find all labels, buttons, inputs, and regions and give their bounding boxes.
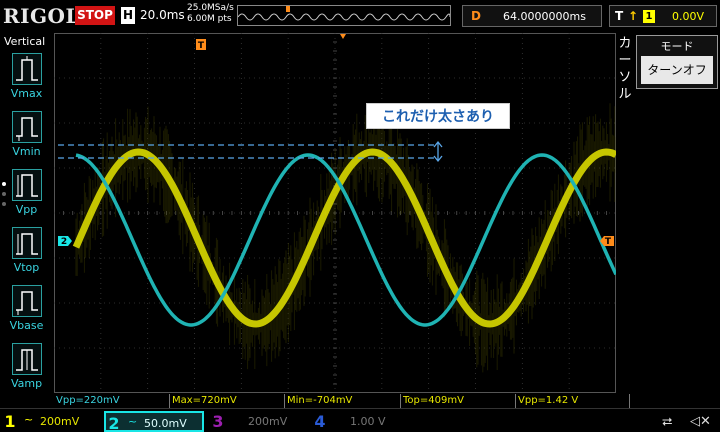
svg-text:2: 2 bbox=[61, 237, 67, 247]
measure-vtop-button[interactable]: Vtop bbox=[0, 227, 53, 282]
measurement-readouts: Vpp=220mV Max=720mV Min=-704mV Top=409mV… bbox=[54, 394, 630, 408]
measure-vpp-label: Vpp bbox=[15, 203, 38, 216]
delay-box[interactable]: D 64.0000000ms bbox=[462, 5, 602, 27]
trigger-label: T bbox=[615, 9, 624, 23]
measure-vbase-label: Vbase bbox=[9, 319, 44, 332]
measure-vmin-label: Vmin bbox=[12, 145, 41, 158]
overview-trigger-marker bbox=[286, 6, 290, 12]
readout-ch1-top-text: Top=409mV bbox=[403, 395, 464, 406]
trigger-level: 0.00V bbox=[672, 10, 705, 23]
svg-text:T: T bbox=[605, 237, 612, 247]
measure-vbase-button[interactable]: Vbase bbox=[0, 285, 53, 340]
channel-1-scale: 200mV bbox=[40, 415, 80, 428]
trigger-box[interactable]: T ↑ 1 0.00V bbox=[609, 5, 717, 27]
channel-2-scale: 50.0mV bbox=[144, 417, 187, 430]
measure-vamp-label: Vamp bbox=[10, 377, 43, 390]
measure-vmin-button[interactable]: Vmin bbox=[0, 111, 53, 166]
channel-1-button[interactable]: 1 ~ 200mV bbox=[2, 411, 102, 432]
sound-muted-icon[interactable]: ◁✕ bbox=[690, 414, 711, 429]
ch2-ground-marker[interactable]: 2 bbox=[58, 236, 72, 247]
delay-label: D bbox=[471, 9, 481, 23]
cursor-mode-title: モード bbox=[660, 40, 694, 53]
run-stop-indicator[interactable]: STOP bbox=[75, 6, 115, 25]
readout-ch1-top: Top=409mV bbox=[401, 394, 516, 408]
vmax-pulse-icon bbox=[12, 53, 42, 85]
readout-ch1-min-text: Min=-704mV bbox=[287, 395, 353, 406]
channel-3-button[interactable]: 3 200mV bbox=[210, 411, 310, 432]
channel-1-number: 1 bbox=[4, 412, 16, 431]
thickness-annotation: これだけ太さあり bbox=[366, 103, 510, 129]
menu-page-dots bbox=[2, 182, 6, 206]
channel-2-number: 2 bbox=[108, 414, 120, 432]
measure-vmax-label: Vmax bbox=[10, 87, 43, 100]
readout-ch2-vpp-text: Vpp=220mV bbox=[56, 395, 120, 406]
cursor-menu-tab-label: カーソル bbox=[618, 36, 632, 102]
measure-vtop-label: Vtop bbox=[13, 261, 40, 274]
waveform-display[interactable]: T 2 T bbox=[54, 33, 616, 393]
measure-vpp-button[interactable]: Vpp bbox=[0, 169, 53, 224]
readout-ch1-min: Min=-704mV bbox=[285, 394, 401, 408]
measurement-menu: Vertical Vmax Vmin Vpp Vtop Vbase Vamp bbox=[0, 33, 53, 393]
trigger-position-marker[interactable]: T bbox=[196, 39, 206, 51]
readout-ch1-max-text: Max=720mV bbox=[172, 395, 237, 406]
svg-text:T: T bbox=[198, 41, 205, 51]
channel-bar: 1 ~ 200mV 2 ~ 50.0mV 3 200mV 4 1.00 V ⮂ … bbox=[0, 408, 720, 432]
sample-rate: 25.0MSa/s bbox=[187, 3, 234, 13]
waveform-overview[interactable] bbox=[237, 5, 451, 26]
readout-ch2-vpp: Vpp=220mV bbox=[54, 394, 170, 408]
top-status-bar: RIGOL STOP H 20.0ms 25.0MSa/s 6.00M pts … bbox=[0, 0, 720, 32]
ac-coupling-icon: ~ bbox=[24, 413, 34, 426]
timebase-value[interactable]: 20.0ms bbox=[140, 8, 185, 22]
rising-edge-icon: ↑ bbox=[628, 9, 639, 23]
channel-4-scale: 1.00 V bbox=[350, 415, 386, 428]
memory-depth: 6.00M pts bbox=[187, 14, 232, 24]
measure-vamp-button[interactable]: Vamp bbox=[0, 343, 53, 398]
channel-4-button[interactable]: 4 1.00 V bbox=[312, 411, 412, 432]
ch1-waveform bbox=[72, 148, 616, 328]
cursor-menu: カーソル モード ターンオフ bbox=[616, 33, 720, 393]
timebase-label: H bbox=[121, 7, 135, 24]
trigger-source: 1 bbox=[643, 10, 655, 23]
cursor-mode-value: ターンオフ bbox=[641, 56, 713, 84]
vamp-pulse-icon bbox=[12, 343, 42, 375]
channel-2-button[interactable]: 2 ~ 50.0mV bbox=[104, 411, 204, 432]
vpp-pulse-icon bbox=[12, 169, 42, 201]
center-time-marker bbox=[340, 34, 346, 39]
channel-3-number: 3 bbox=[212, 412, 224, 431]
measure-vmax-button[interactable]: Vmax bbox=[0, 53, 53, 108]
cursor-menu-tab[interactable]: カーソル bbox=[618, 35, 634, 103]
channel-3-scale: 200mV bbox=[248, 415, 288, 428]
delay-value: 64.0000000ms bbox=[503, 10, 586, 23]
readout-ch1-vpp-text: Vpp=1.42 V bbox=[518, 395, 579, 406]
brand-logo: RIGOL bbox=[3, 4, 81, 28]
cursor-mode-button[interactable]: モード ターンオフ bbox=[636, 35, 718, 89]
ac-coupling-icon: ~ bbox=[128, 415, 138, 428]
channel-4-number: 4 bbox=[314, 412, 326, 431]
usb-icon: ⮂ bbox=[662, 415, 673, 430]
measurement-menu-title: Vertical bbox=[4, 35, 46, 48]
vbase-pulse-icon bbox=[12, 285, 42, 317]
vtop-pulse-icon bbox=[12, 227, 42, 259]
thickness-arrow-icon bbox=[433, 140, 443, 163]
ch1-noise-envelope bbox=[75, 103, 616, 373]
vmin-pulse-icon bbox=[12, 111, 42, 143]
readout-ch1-vpp: Vpp=1.42 V bbox=[516, 394, 630, 408]
readout-ch1-max: Max=720mV bbox=[170, 394, 285, 408]
